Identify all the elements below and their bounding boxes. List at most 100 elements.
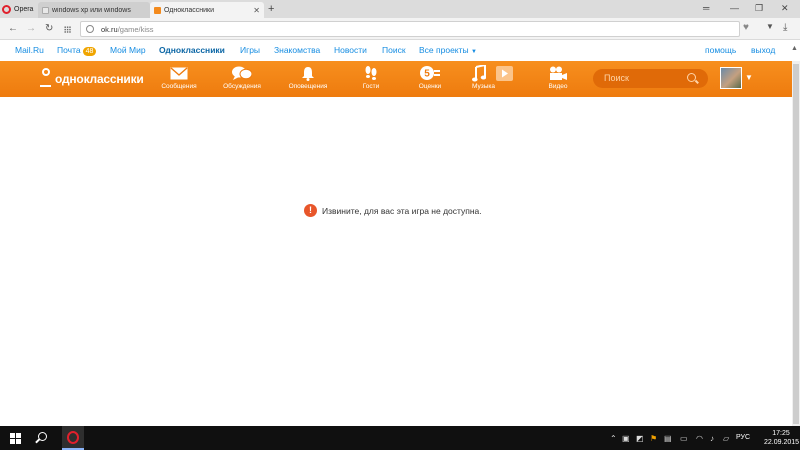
battery-icon[interactable]: ▭ — [680, 434, 688, 443]
browser-tab-active[interactable]: Одноклассники ✕ — [150, 2, 264, 18]
browser-tab-bar: Opera windows xp или windows Одноклассни… — [0, 0, 800, 18]
play-button-icon[interactable] — [496, 65, 513, 81]
tab-favicon-icon — [42, 6, 49, 14]
volume-icon[interactable]: ♪ — [710, 434, 714, 443]
tray-flag-icon[interactable]: ⚑ — [650, 434, 657, 443]
bookmark-heart-icon[interactable]: ♥ — [743, 22, 749, 34]
wifi-icon[interactable]: ◠ — [696, 434, 703, 443]
clock[interactable]: 17:25 22.09.2015 — [764, 429, 800, 447]
game-unavailable-text: Извините, для вас эта игра не доступна. — [322, 205, 482, 216]
envelope-icon — [170, 66, 188, 79]
language-indicator[interactable]: РУС — [736, 434, 750, 441]
scrollbar-thumb[interactable] — [793, 64, 799, 424]
speed-dial-icon[interactable] — [64, 26, 71, 33]
opera-menu-button[interactable]: Opera — [0, 0, 38, 18]
action-center-icon[interactable]: ▱ — [723, 434, 729, 443]
help-link[interactable]: помощь — [705, 45, 736, 56]
windows-taskbar: ⌃ ▣ ◩ ⚑ ▤ ▭ ◠ ♪ ▱ РУС 17:25 22.09.2015 — [0, 426, 800, 450]
ok-nav-label: Обсуждения — [223, 83, 261, 90]
ok-search-input[interactable]: Поиск — [593, 69, 708, 88]
ok-favicon-icon — [154, 6, 161, 14]
reload-icon[interactable]: ↻ — [45, 22, 53, 36]
opera-logo-icon — [2, 4, 11, 14]
ok-nav-discussions[interactable]: Обсуждения — [219, 64, 265, 96]
search-icon[interactable] — [38, 432, 47, 441]
close-window-button[interactable]: ✕ — [781, 2, 789, 14]
footprints-icon — [365, 66, 377, 80]
nav-link-moi-mir[interactable]: Мой Мир — [110, 45, 146, 56]
browser-address-bar: ← → ↻ ok.ru/game/kiss ♥ ▼ ⤓ — [0, 18, 800, 40]
ok-nav-notifications[interactable]: Оповещения — [285, 64, 331, 96]
minimize-button[interactable]: — — [730, 2, 739, 14]
clock-date: 22.09.2015 — [764, 439, 800, 446]
ok-nav-label: Оповещения — [288, 83, 328, 90]
tray-app-icon[interactable]: ◩ — [636, 434, 644, 443]
ok-nav-video[interactable]: Видео — [540, 64, 576, 96]
ok-logo-icon — [40, 68, 51, 90]
nav-link-odnoklassniki[interactable]: Одноклассники — [159, 45, 225, 56]
nav-link-mailru[interactable]: Mail.Ru — [15, 45, 44, 56]
downloads-icon[interactable]: ⤓ — [783, 22, 787, 33]
clock-time: 17:25 — [772, 430, 790, 437]
nav-link-mail[interactable]: Почта 48 — [57, 45, 97, 56]
game-unavailable-message: ! Извините, для вас эта игра не доступна… — [304, 204, 482, 217]
nav-link-news[interactable]: Новости — [334, 45, 367, 56]
ok-nav-ratings[interactable]: 5 Оценки — [414, 64, 446, 96]
browser-tab[interactable]: windows xp или windows — [38, 2, 150, 18]
mailru-portal-nav: Mail.Ru Почта 48 Мой Мир Одноклассники Иг… — [0, 40, 800, 61]
maximize-button[interactable]: ❐ — [755, 2, 763, 14]
ok-nav-label: Музыка — [472, 83, 495, 90]
error-icon: ! — [304, 204, 317, 217]
url-host: ok.ru — [101, 25, 118, 34]
tab-title: Одноклассники — [164, 6, 215, 14]
ok-logo[interactable]: одноклассники — [40, 68, 144, 90]
ok-toolbar: одноклассники Сообщения Обсуждения Опове… — [0, 61, 800, 97]
all-projects-label: Все проекты — [419, 45, 469, 55]
opera-logo-icon — [67, 431, 79, 444]
ok-nav-label: Сообщения — [161, 83, 197, 90]
back-arrow-icon[interactable]: ← — [8, 22, 18, 36]
new-tab-button[interactable]: + — [268, 2, 274, 16]
tray-chevron-icon[interactable]: ⌃ — [610, 434, 617, 443]
nav-link-all-projects[interactable]: Все проекты ▼ — [419, 45, 477, 58]
ok-nav-label: Гости — [362, 83, 380, 90]
nav-link-search[interactable]: Поиск — [382, 45, 406, 56]
mail-count-badge: 48 — [82, 47, 97, 56]
chat-bubbles-icon — [232, 66, 252, 80]
windows-start-icon[interactable] — [10, 433, 21, 444]
nav-link-mail-label: Почта — [57, 45, 81, 55]
tray-network-icon[interactable]: ▣ — [622, 434, 630, 443]
ok-logo-text: одноклассники — [55, 72, 144, 86]
tray-notes-icon[interactable]: ▤ — [664, 434, 672, 443]
url-text: ok.ru/game/kiss — [101, 25, 154, 34]
rating-icon: 5 — [420, 66, 440, 80]
nav-link-dating[interactable]: Знакомства — [274, 45, 320, 56]
ok-nav-guests[interactable]: Гости — [356, 64, 386, 96]
taskbar-opera-button[interactable] — [62, 426, 84, 450]
svg-text:5: 5 — [424, 69, 430, 80]
tab-menu-icon[interactable]: ═ — [703, 2, 709, 14]
ok-nav-music[interactable]: Музыка — [466, 64, 522, 96]
url-input[interactable]: ok.ru/game/kiss — [80, 21, 740, 37]
chevron-down-icon: ▼ — [471, 49, 477, 55]
forward-arrow-icon[interactable]: → — [26, 22, 36, 36]
bell-icon — [302, 66, 314, 81]
music-note-icon — [472, 64, 486, 81]
ok-nav-messages[interactable]: Сообщения — [158, 64, 200, 96]
url-dropdown-icon[interactable]: ▼ — [766, 22, 774, 31]
scroll-up-arrow-icon[interactable]: ▲ — [791, 45, 798, 52]
globe-icon — [86, 25, 94, 33]
video-camera-icon — [550, 66, 567, 80]
search-icon[interactable] — [687, 73, 696, 82]
opera-menu-label: Opera — [14, 5, 34, 13]
url-path: /game/kiss — [117, 25, 154, 34]
user-avatar[interactable] — [720, 67, 742, 89]
ok-nav-label: Видео — [548, 83, 568, 90]
avatar-menu-chevron-icon[interactable]: ▼ — [745, 73, 753, 82]
logout-link[interactable]: выход — [751, 45, 775, 56]
ok-nav-label: Оценки — [418, 83, 442, 90]
nav-link-games[interactable]: Игры — [240, 45, 260, 56]
tab-title: windows xp или windows — [52, 6, 131, 14]
tab-close-icon[interactable]: ✕ — [253, 6, 260, 15]
search-placeholder: Поиск — [604, 73, 629, 83]
